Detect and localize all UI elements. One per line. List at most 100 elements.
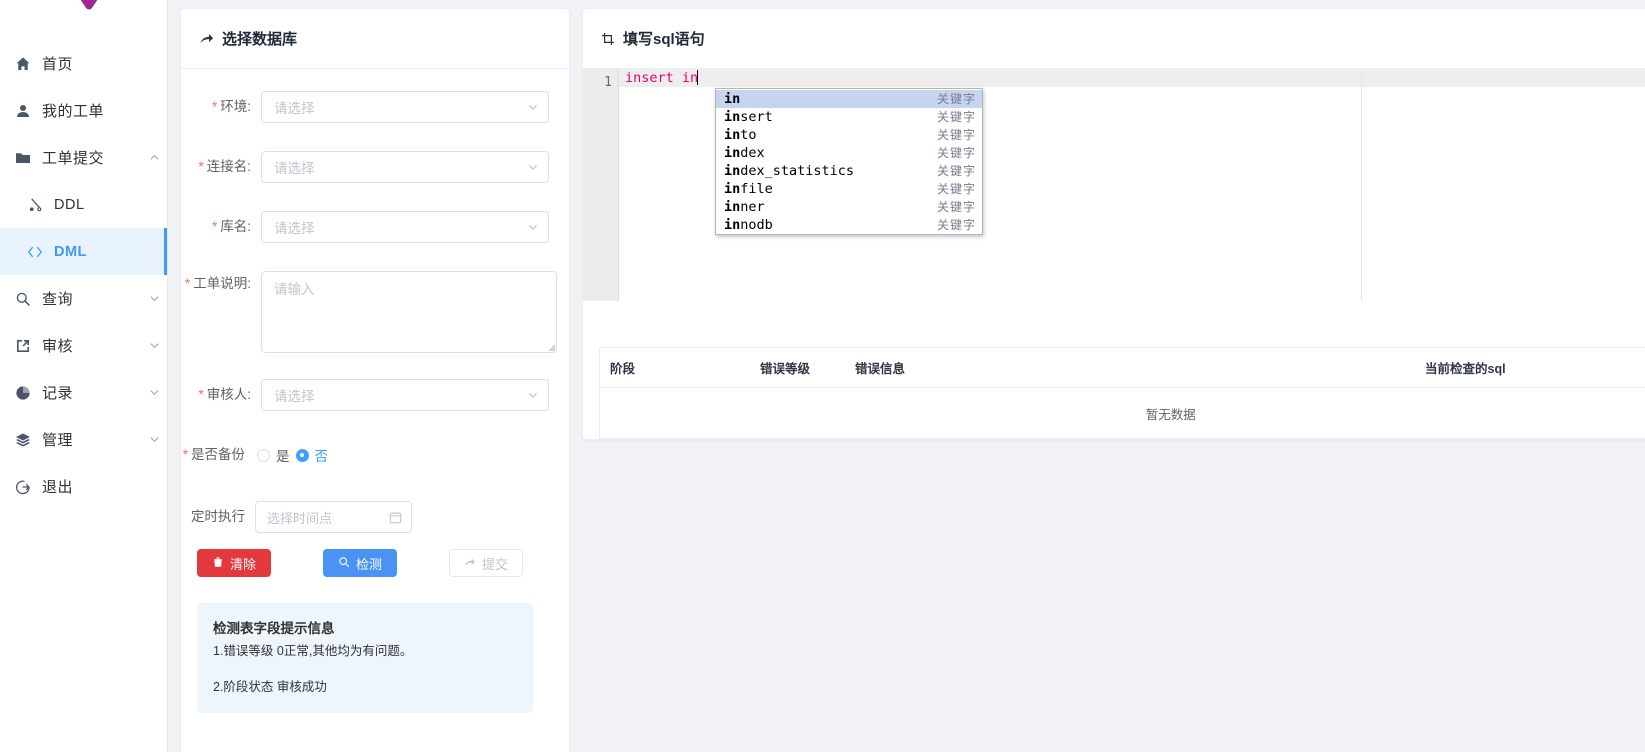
chevron-down-icon: [527, 152, 539, 182]
autocomplete-rest: dex: [740, 145, 765, 161]
sidebar-item-audit[interactable]: 审核: [0, 322, 167, 369]
search-icon: [12, 290, 34, 308]
required-marker: *: [198, 159, 204, 174]
backup-yes-label: 是: [276, 449, 290, 464]
sidebar-item-logout[interactable]: 退出: [0, 463, 167, 510]
autocomplete-match: in: [724, 199, 741, 215]
form-row-description: * 工单说明: 请输入: [181, 271, 557, 353]
sidebar-item-ddl[interactable]: DDL: [0, 181, 167, 228]
database-select[interactable]: 请选择: [261, 211, 549, 243]
autocomplete-rest: sert: [740, 109, 773, 125]
chevron-down-icon[interactable]: [141, 293, 167, 304]
autocomplete-meta: 关键字: [936, 182, 976, 196]
editor-code-area[interactable]: insert in in 关键字 insert 关键字 into 关键字 ind…: [619, 69, 1645, 301]
check-button[interactable]: 检测: [323, 549, 398, 577]
sidebar: 首页 我的工单 工单提交 DDL DML 查询 审核 记录 管理 退出: [0, 0, 168, 752]
empty-text: 暂无数据: [1145, 407, 1196, 422]
autocomplete-match: in: [724, 163, 741, 179]
autocomplete-meta: 关键字: [936, 200, 976, 214]
sidebar-item-label: DML: [54, 243, 87, 260]
chevron-down-icon[interactable]: [141, 434, 167, 445]
clear-button-label: 清除: [230, 556, 257, 572]
purple-chevron-logo-icon: [80, 0, 98, 10]
text-cursor: [697, 70, 699, 85]
panel-title-text: 选择数据库: [222, 31, 298, 48]
check-button-label: 检测: [356, 556, 383, 572]
autocomplete-item[interactable]: into 关键字: [716, 126, 982, 144]
env-select[interactable]: 请选择: [261, 91, 549, 123]
reviewer-select[interactable]: 请选择: [261, 379, 549, 411]
sidebar-item-record[interactable]: 记录: [0, 369, 167, 416]
column-header-error-message: 错误信息: [855, 362, 906, 376]
form-row-reviewer: * 审核人: 请选择: [181, 379, 549, 411]
env-label: * 环境:: [211, 99, 251, 114]
backup-radio-group: 是 否: [255, 439, 549, 471]
chevron-down-icon[interactable]: [141, 340, 167, 351]
sidebar-item-label: 我的工单: [42, 103, 105, 120]
line-number: 1: [604, 75, 612, 90]
autocomplete-rest: nodb: [740, 217, 773, 233]
check-result-table: 阶段 错误等级 错误信息 当前检查的sql 影响行数 暂无数据: [599, 347, 1645, 439]
sidebar-item-query[interactable]: 查询: [0, 275, 167, 322]
send-icon: [464, 556, 476, 571]
sidebar-item-home[interactable]: 首页: [0, 40, 167, 87]
chevron-up-icon[interactable]: [141, 152, 167, 163]
sidebar-item-label: 管理: [42, 432, 74, 449]
sidebar-item-myorder[interactable]: 我的工单: [0, 87, 167, 134]
calendar-icon: [389, 511, 402, 524]
sql-editor-title: 填写sql语句: [583, 9, 1645, 69]
schedule-datetime-input[interactable]: 选择时间点: [255, 501, 412, 533]
autocomplete-rest: dex_statistics: [740, 163, 855, 179]
autocomplete-item[interactable]: innodb 关键字: [716, 216, 982, 234]
description-label: * 工单说明:: [184, 276, 251, 291]
logo[interactable]: [0, 0, 167, 20]
backup-radio-no[interactable]: 否: [295, 445, 329, 465]
pie-icon: [12, 384, 34, 402]
check-hint-alert: 检测表字段提示信息 1.错误等级 0正常,其他均为有问题。 2.阶段状态 审核成…: [197, 603, 533, 713]
description-textarea[interactable]: 请输入: [261, 271, 557, 353]
autocomplete-meta: 关键字: [936, 164, 976, 178]
sidebar-item-manage[interactable]: 管理: [0, 416, 167, 463]
column-header-stage: 阶段: [610, 362, 636, 376]
schedule-label: 定时执行: [191, 509, 245, 524]
sidebar-item-dml[interactable]: DML: [0, 228, 167, 275]
sidebar-item-label: 记录: [42, 385, 74, 402]
autocomplete-item[interactable]: infile 关键字: [716, 180, 982, 198]
sql-editor[interactable]: 1 insert in in 关键字 insert 关键字 into 关键字 i…: [583, 69, 1645, 301]
chevron-down-icon[interactable]: [141, 387, 167, 398]
select-database-title: 选择数据库: [181, 9, 569, 69]
form-row-connection: * 连接名: 请选择: [181, 151, 549, 183]
autocomplete-item[interactable]: index_statistics 关键字: [716, 162, 982, 180]
sidebar-item-label: 审核: [42, 338, 74, 355]
sql-keyword: insert: [625, 70, 674, 86]
autocomplete-item[interactable]: insert 关键字: [716, 108, 982, 126]
submit-button[interactable]: 提交: [449, 549, 524, 577]
autocomplete-meta: 关键字: [936, 218, 976, 232]
reviewer-placeholder: 请选择: [274, 389, 315, 404]
sidebar-item-submit[interactable]: 工单提交: [0, 134, 167, 181]
autocomplete-item[interactable]: index 关键字: [716, 144, 982, 162]
autocomplete-popup[interactable]: in 关键字 insert 关键字 into 关键字 index 关键字 ind…: [715, 88, 983, 235]
required-marker: *: [198, 387, 204, 402]
autocomplete-meta: 关键字: [936, 128, 976, 142]
required-marker: *: [184, 276, 191, 291]
database-label: * 库名:: [211, 219, 251, 234]
autocomplete-item[interactable]: in 关键字: [716, 90, 982, 108]
select-database-card: 选择数据库 * 环境: 请选择 * 连接名: 请选择 * 库名: 请选择 * 工…: [180, 8, 570, 752]
column-header-current-sql: 当前检查的sql: [1425, 362, 1506, 376]
autocomplete-item[interactable]: inner 关键字: [716, 198, 982, 216]
chevron-down-icon: [527, 380, 539, 410]
database-placeholder: 请选择: [274, 221, 315, 236]
code-line-1[interactable]: insert in: [619, 69, 1645, 87]
required-marker: *: [211, 219, 218, 234]
backup-radio-yes[interactable]: 是: [257, 445, 290, 465]
clear-button[interactable]: 清除: [197, 549, 272, 577]
print-margin-ruler: [1361, 69, 1362, 301]
backup-no-label: 否: [314, 449, 329, 464]
autocomplete-match: in: [724, 109, 741, 125]
backup-label: * 是否备份: [182, 447, 245, 462]
connection-select[interactable]: 请选择: [261, 151, 549, 183]
autocomplete-match: in: [724, 91, 741, 107]
description-placeholder: 请输入: [274, 282, 315, 297]
editor-gutter: 1: [583, 69, 619, 301]
